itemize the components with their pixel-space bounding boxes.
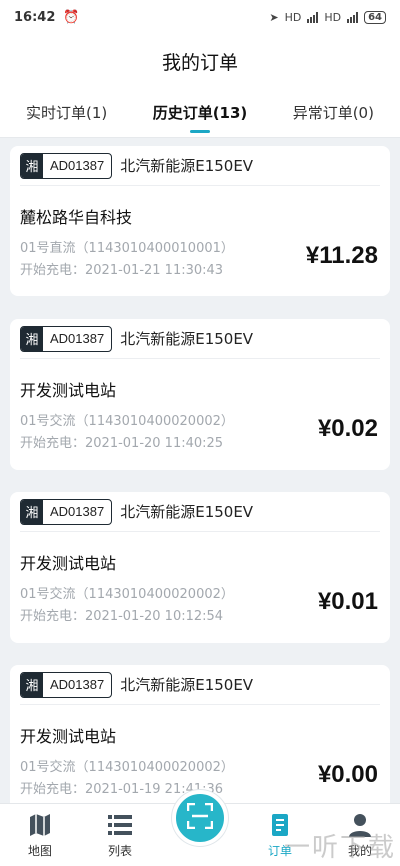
station-name: 开发测试电站 [20, 554, 117, 573]
signal-icon [307, 11, 319, 23]
order-card[interactable]: 湘 AD01387 北汽新能源E150EV 开发测试电站 01号交流（11430… [10, 665, 390, 803]
order-meta: 01号交流（1143010400020002） 开始充电：2021-01-20 … [20, 584, 380, 628]
station-name: 开发测试电站 [20, 727, 117, 746]
nav-mine-label: 我的 [347, 844, 372, 858]
vehicle-model: 北汽新能源E150EV [120, 330, 254, 348]
hd-icon: HD [284, 10, 302, 24]
nav-list[interactable]: 列表 [80, 804, 160, 866]
page-header: 我的订单 [0, 34, 400, 88]
order-amount: ¥0.01 [317, 588, 378, 615]
hd-icon-2: HD [324, 10, 342, 24]
battery-icon: 64 [364, 10, 386, 24]
page-title: 我的订单 [161, 51, 238, 74]
nav-map[interactable]: 地图 [0, 804, 80, 866]
license-plate: 湘 AD01387 [20, 325, 113, 352]
map-icon [29, 812, 51, 838]
nav-orders[interactable]: 订单 [240, 804, 320, 866]
order-card[interactable]: 湘 AD01387 北汽新能源E150EV 开发测试电站 01号交流（11430… [10, 319, 390, 470]
plate-number: AD01387 [50, 677, 105, 692]
scan-icon [186, 802, 214, 833]
status-bar: 16:42 ⏰ ➤ HD HD 64 [0, 0, 400, 34]
plate-province: 湘 [21, 499, 43, 524]
scan-button[interactable] [172, 790, 228, 846]
plate-province: 湘 [21, 153, 43, 178]
order-card-header: 湘 AD01387 北汽新能源E150EV [20, 319, 380, 359]
signal-icon-2 [347, 11, 359, 23]
location-icon: ➤ [269, 10, 279, 24]
plate-province: 湘 [21, 326, 43, 351]
plate-number: AD01387 [50, 158, 105, 173]
order-icon [269, 812, 291, 838]
order-meta: 01号交流（1143010400020002） 开始充电：2021-01-20 … [20, 411, 380, 455]
tab-realtime-orders[interactable]: 实时订单(1) [0, 88, 133, 137]
order-card-header: 湘 AD01387 北汽新能源E150EV [20, 665, 380, 705]
vehicle-model: 北汽新能源E150EV [120, 676, 254, 694]
station-name: 开发测试电站 [20, 381, 117, 400]
station-name: 麓松路华自科技 [20, 208, 133, 227]
nav-scan [160, 790, 240, 866]
order-card[interactable]: 湘 AD01387 北汽新能源E150EV 麓松路华自科技 01号直流（1143… [10, 146, 390, 296]
status-time: 16:42 [14, 9, 56, 25]
nav-mine[interactable]: 我的 [320, 804, 400, 866]
vehicle-model: 北汽新能源E150EV [120, 157, 254, 175]
order-meta: 01号直流（1143010400010001） 开始充电：2021-01-21 … [20, 238, 380, 282]
tab-abnormal-orders[interactable]: 异常订单(0) [267, 88, 400, 137]
order-card-header: 湘 AD01387 北汽新能源E150EV [20, 492, 380, 532]
order-card-header: 湘 AD01387 北汽新能源E150EV [20, 146, 380, 186]
vehicle-model: 北汽新能源E150EV [120, 503, 254, 521]
order-card[interactable]: 湘 AD01387 北汽新能源E150EV 开发测试电站 01号交流（11430… [10, 492, 390, 643]
order-tabs: 实时订单(1) 历史订单(13) 异常订单(0) [0, 88, 400, 138]
alarm-icon: ⏰ [63, 9, 80, 25]
user-icon [348, 812, 372, 838]
license-plate: 湘 AD01387 [20, 498, 113, 525]
license-plate: 湘 AD01387 [20, 671, 113, 698]
license-plate: 湘 AD01387 [20, 152, 113, 179]
nav-map-label: 地图 [27, 844, 52, 858]
order-amount: ¥0.02 [317, 415, 378, 442]
plate-number: AD01387 [50, 331, 105, 346]
list-icon [108, 812, 132, 838]
order-amount: ¥0.00 [317, 761, 378, 788]
nav-orders-label: 订单 [267, 844, 292, 858]
nav-list-label: 列表 [107, 844, 132, 858]
plate-number: AD01387 [50, 504, 105, 519]
order-list[interactable]: 湘 AD01387 北汽新能源E150EV 麓松路华自科技 01号直流（1143… [0, 138, 400, 803]
bottom-nav: 地图 列表 订单 我的 一听下载 [0, 790, 400, 866]
tab-history-orders[interactable]: 历史订单(13) [133, 88, 266, 137]
plate-province: 湘 [21, 672, 43, 697]
order-amount: ¥11.28 [305, 242, 378, 269]
status-icons: ➤ HD HD 64 [269, 10, 386, 24]
